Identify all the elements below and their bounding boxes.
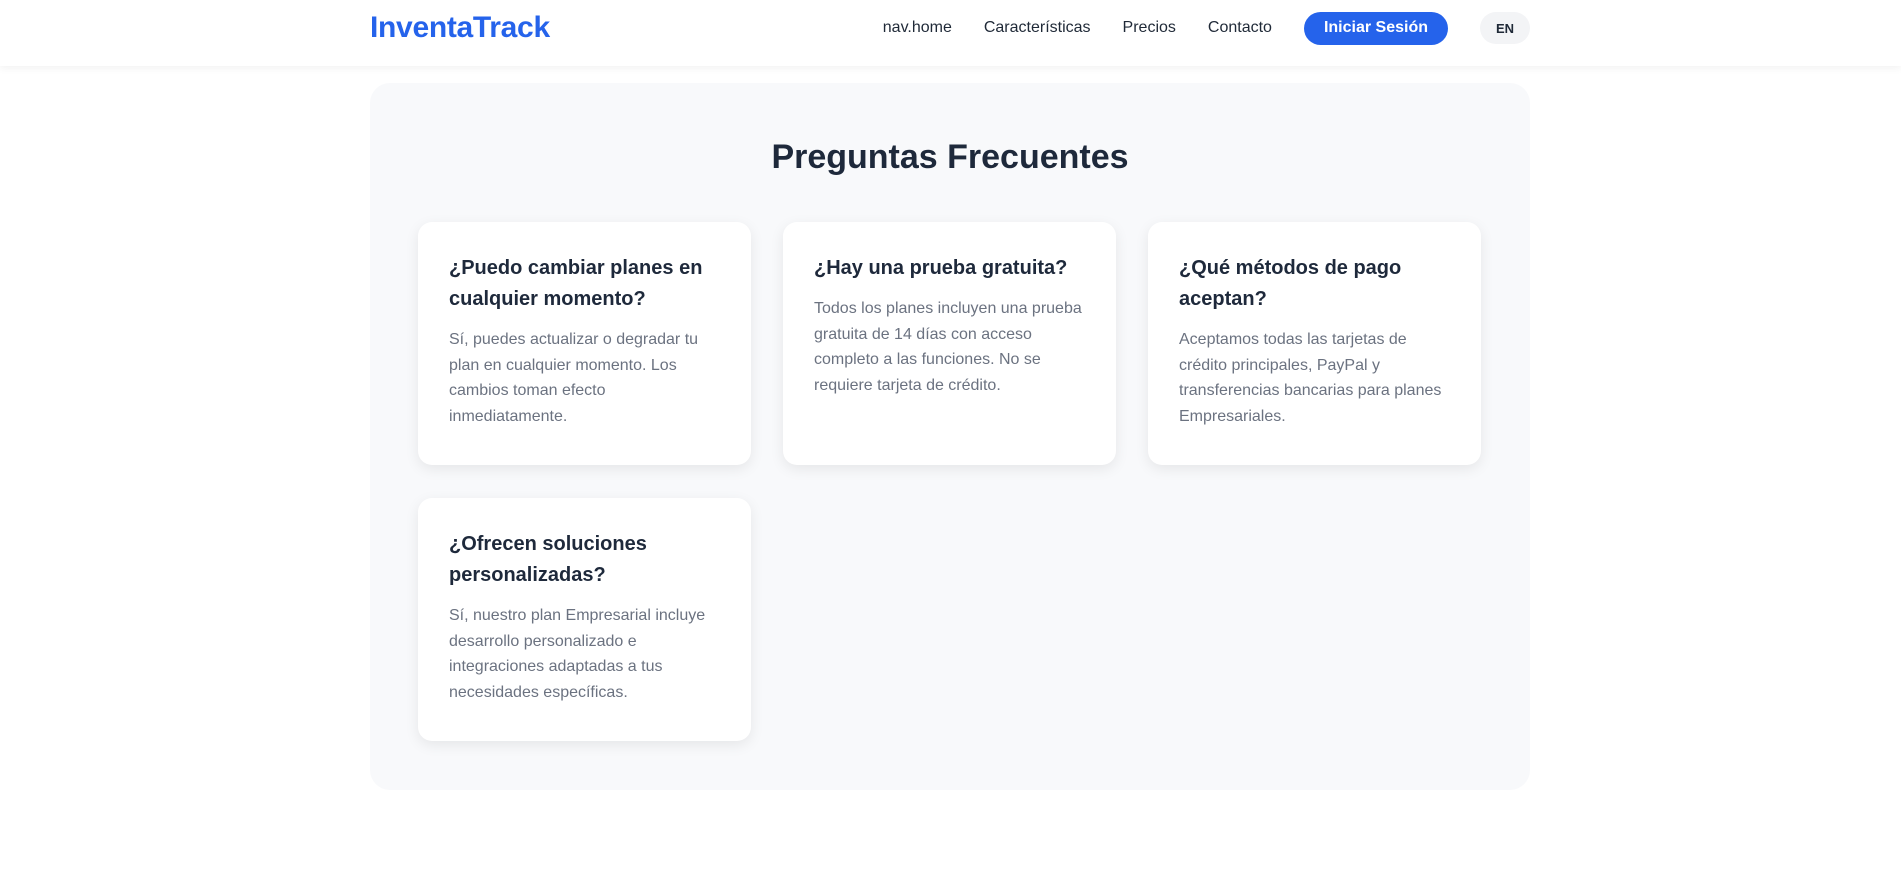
- brand-logo[interactable]: InventaTrack: [370, 11, 550, 45]
- nav-link-pricing[interactable]: Precios: [1123, 19, 1176, 37]
- faq-grid: ¿Puedo cambiar planes en cualquier momen…: [418, 222, 1481, 741]
- faq-question: ¿Ofrecen soluciones personalizadas?: [449, 533, 647, 586]
- faq-answer: Sí, puedes actualizar o degradar tu plan…: [449, 331, 699, 426]
- faq-card: ¿Ofrecen soluciones personalizadas? Sí, …: [418, 498, 751, 741]
- nav-link-features[interactable]: Características: [984, 19, 1091, 37]
- faq-card: ¿Hay una prueba gratuita? Todos los plan…: [783, 222, 1116, 465]
- faq-answer: Aceptamos todas las tarjetas de crédito …: [1179, 331, 1442, 426]
- faq-answer: Sí, nuestro plan Empresarial incluye des…: [449, 607, 706, 702]
- faq-card: ¿Puedo cambiar planes en cualquier momen…: [418, 222, 751, 465]
- header-inner: InventaTrack nav.home Características Pr…: [370, 0, 1530, 56]
- faq-answer: Todos los planes incluyen una prueba gra…: [814, 300, 1082, 395]
- language-toggle-button[interactable]: EN: [1480, 12, 1530, 44]
- nav-link-home[interactable]: nav.home: [883, 19, 952, 37]
- nav-link-contact[interactable]: Contacto: [1208, 19, 1272, 37]
- faq-question: ¿Qué métodos de pago aceptan?: [1179, 257, 1402, 310]
- login-button[interactable]: Iniciar Sesión: [1303, 11, 1448, 45]
- main-nav: nav.home Características Precios Contact…: [883, 11, 1530, 45]
- faq-question: ¿Hay una prueba gratuita?: [814, 257, 1068, 279]
- faq-section: Preguntas Frecuentes ¿Puedo cambiar plan…: [370, 83, 1530, 790]
- faq-title: Preguntas Frecuentes: [771, 138, 1129, 176]
- site-header: InventaTrack nav.home Características Pr…: [0, 0, 1901, 66]
- faq-card: ¿Qué métodos de pago aceptan? Aceptamos …: [1148, 222, 1481, 465]
- faq-question: ¿Puedo cambiar planes en cualquier momen…: [449, 257, 703, 310]
